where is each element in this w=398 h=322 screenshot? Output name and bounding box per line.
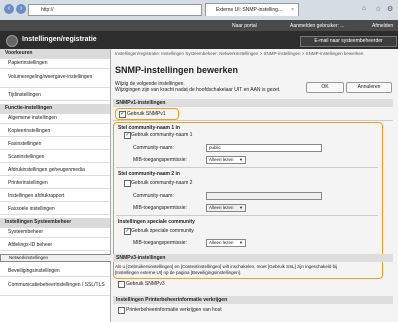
sidebar-item[interactable]: Printerinstellingen xyxy=(0,179,110,189)
home-icon[interactable]: ⌂ xyxy=(362,5,366,12)
user-login-link[interactable]: Aanmelden gebruiker: ... xyxy=(290,23,344,29)
divider xyxy=(113,120,393,121)
community2-title: Stel community-naam 2 in xyxy=(118,171,180,177)
sidebar-item[interactable]: Tijdinstellingen xyxy=(0,91,110,101)
sidebar-item-label: Instellingen afdrukrapport xyxy=(8,193,65,199)
chevron-down-icon: ▼ xyxy=(239,157,243,162)
sidebar-item[interactable]: Beveiligingsinstellingen xyxy=(0,267,110,277)
use-snmpv3-label: Gebruik SNMPv3 xyxy=(126,281,165,287)
sidebar-item-label: Systeembeheer xyxy=(8,229,44,235)
sidebar-item-label: Voorkeuren xyxy=(5,50,33,56)
sidebar-section-header: Functie-instellingen xyxy=(0,104,110,114)
sidebar-item-label: Faxinstellingen xyxy=(8,141,42,147)
sidebar-item[interactable]: Afdrukinstellingen geheugenmedia xyxy=(0,166,110,176)
tab-title: Externe UI: SNMP-instelling... xyxy=(216,7,283,13)
sidebar-item[interactable]: Papierinstellingen xyxy=(0,59,110,69)
sidebar-item-label: Faxsoele instellingen xyxy=(8,206,55,212)
snmpv3-note-1: Als u [Gebruikersinstellingen] en [Conte… xyxy=(115,264,338,269)
divider xyxy=(116,215,378,216)
divider xyxy=(116,167,378,168)
special-mib-select[interactable]: Alleen lezen ▼ xyxy=(206,239,246,247)
sidebar-item-label: Kopieerinstellingen xyxy=(8,128,51,134)
email-admin-button[interactable]: E-mail naar systeembeheerder xyxy=(300,36,397,47)
sidebar-item-label: Papierinstellingen xyxy=(8,60,48,66)
community2-name-label: Community-naam: xyxy=(133,193,174,199)
special-mib-label: MIB-toegangspermissie: xyxy=(133,240,187,246)
sidebar-item[interactable]: Afdelings-ID beheer xyxy=(0,241,110,251)
sidebar-item[interactable]: Volumeregeling/weergave-instellingen xyxy=(0,72,110,88)
ok-button[interactable]: OK xyxy=(306,82,344,93)
sidebar-item-label: Scaninstellingen xyxy=(8,154,45,160)
address-bar[interactable]: http:// xyxy=(28,4,202,16)
sidebar-item[interactable]: Communicatiebeheerinstellingen / SSL/TLS xyxy=(0,280,110,296)
use-snmpv3-checkbox[interactable] xyxy=(118,281,125,288)
use-community2-checkbox[interactable] xyxy=(124,180,131,187)
sidebar-item-label: Algemene instellingen xyxy=(8,115,57,121)
use-community2-label: Gebruik community-naam 2 xyxy=(131,180,193,186)
sidebar-item[interactable]: Faxinstellingen xyxy=(0,140,110,150)
sidebar-item[interactable]: Netwerkinstellingen xyxy=(0,254,112,262)
sidebar-item[interactable]: Algemene instellingen xyxy=(0,114,110,124)
sidebar-item-label: Beveiligingsinstellingen xyxy=(8,268,60,274)
intro-text-2: Wijzigingen zijn van kracht nadat de hoo… xyxy=(115,87,281,93)
printer-info-label: Printerbeheerinformatie verkrijgen van h… xyxy=(126,307,222,313)
sidebar-item-label: Volumeregeling/weergave-instellingen xyxy=(8,74,93,80)
use-community1-checkbox[interactable]: ✓ xyxy=(124,132,131,139)
portal-link[interactable]: Naar portal xyxy=(232,23,257,29)
sidebar-item-label: Instellingen Systeembeheer xyxy=(5,219,72,225)
page-title: SNMP-instellingen bewerken xyxy=(115,65,239,75)
community1-name-input[interactable]: public xyxy=(206,144,322,152)
community2-mib-select[interactable]: Alleen lezen ▼ xyxy=(206,204,246,212)
sidebar-item-label: Printerinstellingen xyxy=(8,180,48,186)
sidebar-item[interactable]: Scaninstellingen xyxy=(0,153,110,163)
breadcrumb: Instellingen/registratie: Instellingen S… xyxy=(115,51,364,56)
community2-mib-label: MIB-toegangspermissie: xyxy=(133,205,187,211)
close-icon[interactable]: × xyxy=(291,7,294,13)
sidebar-item-label: Functie-instellingen xyxy=(5,105,53,111)
use-snmpv1-checkbox[interactable]: ✓ xyxy=(119,111,126,118)
section-snmpv1: SNMPv1-instellingen xyxy=(113,99,393,107)
settings-home-icon[interactable] xyxy=(6,35,18,47)
star-icon[interactable]: ☆ xyxy=(375,5,381,13)
cancel-button[interactable]: Annuleren xyxy=(346,82,392,93)
use-special-community-checkbox[interactable]: ✓ xyxy=(124,228,131,235)
signout-link[interactable]: Afmelden xyxy=(372,23,393,29)
sidebar-item-label: Afdelings-ID beheer xyxy=(8,242,53,248)
url-text: http:// xyxy=(41,7,54,13)
sidebar-item[interactable]: Systeembeheer xyxy=(0,228,110,238)
chevron-down-icon: ▼ xyxy=(239,205,243,210)
browser-toolbar: ‹ › http:// Externe UI: SNMP-instelling.… xyxy=(0,0,398,21)
community1-mib-label: MIB-toegangspermissie: xyxy=(133,157,187,163)
special-community-title: Instellingen speciale community xyxy=(118,219,195,225)
sidebar-item[interactable]: Faxsoele instellingen xyxy=(0,205,110,215)
sidebar-item-label: Afdrukinstellingen geheugenmedia xyxy=(8,167,85,173)
sidebar-item-label: Tijdinstellingen xyxy=(8,92,41,98)
browser-tab[interactable]: Externe UI: SNMP-instelling... × xyxy=(205,3,299,16)
top-bar: Naar portal Aanmelden gebruiker: ... Afm… xyxy=(0,20,398,31)
sidebar-item[interactable]: Kopieerinstellingen xyxy=(0,127,110,137)
use-community1-label: Gebruik community-naam 1 xyxy=(131,132,193,138)
app-title: Instellingen/registratie xyxy=(22,36,97,43)
community2-name-input[interactable] xyxy=(206,192,322,200)
community1-title: Stel community-naam 1 in xyxy=(118,125,180,131)
chevron-down-icon: ▼ xyxy=(239,240,243,245)
community1-mib-select[interactable]: Alleen lezen ▼ xyxy=(206,156,246,164)
arrow-right-icon[interactable]: › xyxy=(16,4,26,14)
use-special-community-label: Gebruik speciale community xyxy=(131,228,194,234)
sidebar-section-header: Instellingen Systeembeheer xyxy=(0,218,110,228)
section-snmpv3: SNMPv3-instellingen xyxy=(113,254,393,262)
sidebar: Voorkeuren Papierinstellingen Volumeregeli… xyxy=(0,49,112,322)
sidebar-item-label: Communicatiebeheerinstellingen / SSL/TLS xyxy=(8,282,105,288)
community1-name-label: Community-naam: xyxy=(133,145,174,151)
app-header: Instellingen/registratie E-mail naar sys… xyxy=(0,31,398,49)
use-snmpv1-label: Gebruik SNMPv1 xyxy=(127,111,166,117)
printer-info-checkbox[interactable] xyxy=(118,307,125,314)
gear-icon[interactable]: ⚙ xyxy=(387,5,393,13)
section-printer-management: Instellingen Printerbeheerinformatie ver… xyxy=(113,296,393,304)
sidebar-item-label: Netwerkinstellingen xyxy=(9,255,49,260)
sidebar-section-header: Voorkeuren xyxy=(0,49,110,59)
snmpv3-note-2: [Instellingen externe UI] op de pagina [… xyxy=(115,270,242,275)
arrow-left-icon[interactable]: ‹ xyxy=(4,4,14,14)
sidebar-item[interactable]: Instellingen afdrukrapport xyxy=(0,192,110,202)
